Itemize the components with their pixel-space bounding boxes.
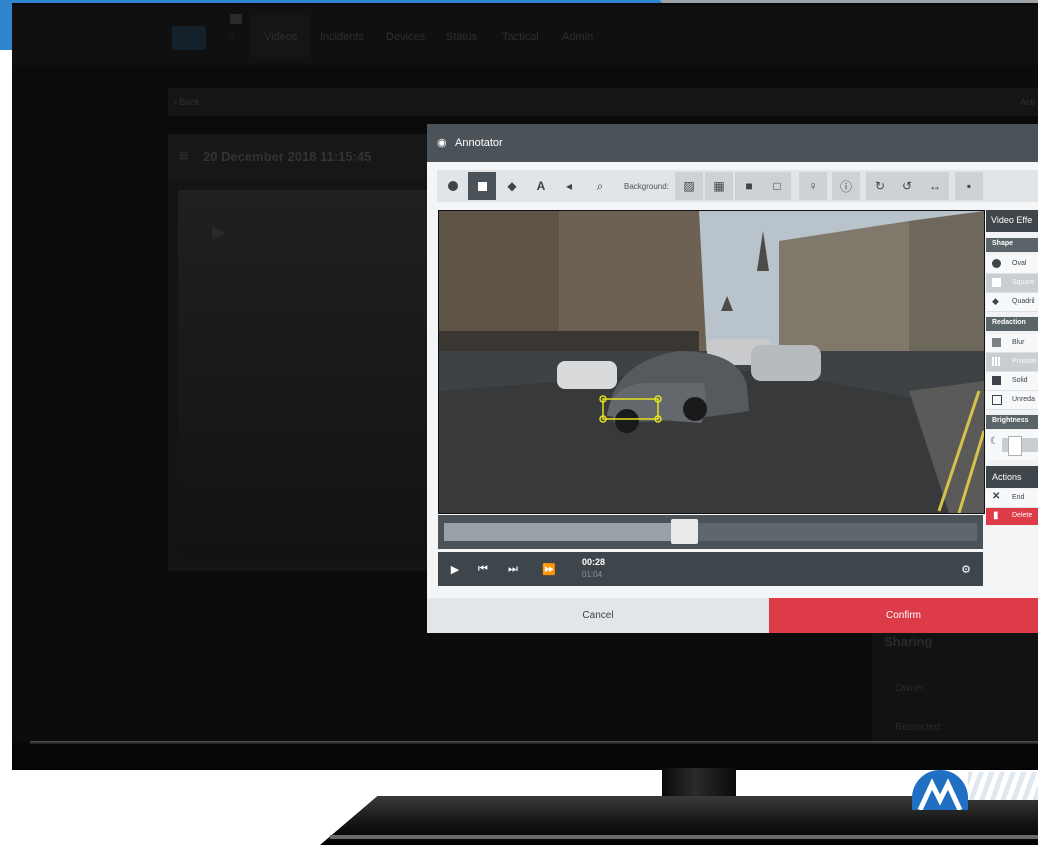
close-icon: ✕ bbox=[992, 491, 1001, 502]
shape-oval-label: Oval bbox=[1012, 260, 1027, 267]
pixelate-icon bbox=[992, 357, 1001, 366]
nav-item-incidents[interactable]: Incidents bbox=[320, 31, 364, 43]
total-time: 01:04 bbox=[582, 570, 603, 579]
eye-slash-icon: ◉ bbox=[437, 137, 447, 149]
end-label: End bbox=[1012, 494, 1025, 501]
redaction-section-head: Redaction bbox=[986, 317, 1038, 331]
redaction-pixelate-label: Pixelate bbox=[1012, 358, 1037, 365]
monitor-bezel-line bbox=[30, 741, 1038, 744]
delete-action[interactable]: ▮ Delete bbox=[986, 508, 1038, 525]
nav-item-videos[interactable]: Videos bbox=[264, 31, 297, 43]
background-video-thumb bbox=[178, 190, 428, 558]
delete-label: Delete bbox=[1012, 512, 1033, 519]
fast-forward-icon[interactable]: ⏩ bbox=[534, 553, 564, 585]
nav-item-devices[interactable]: Devices bbox=[386, 31, 425, 43]
annotator-header bbox=[427, 124, 1038, 162]
actions-link-cut[interactable]: Acti bbox=[1020, 97, 1035, 107]
oval-icon bbox=[992, 259, 1001, 268]
nav-item-status[interactable]: Status bbox=[446, 31, 477, 43]
timeline-remaining bbox=[684, 523, 977, 541]
notification-badge bbox=[230, 14, 242, 24]
sharing-title: Sharing bbox=[884, 634, 933, 649]
pixelate-bg-icon[interactable]: ▦ bbox=[705, 172, 733, 200]
redaction-unredact-label: Unreda bbox=[1012, 396, 1035, 403]
comment-icon[interactable]: ▪ bbox=[955, 172, 983, 200]
swap-icon[interactable]: ↔ bbox=[921, 172, 949, 200]
blur-icon bbox=[992, 338, 1001, 347]
redaction-blur-label: Blur bbox=[1012, 339, 1025, 346]
solid-bg-icon[interactable]: ■ bbox=[735, 172, 763, 200]
step-forward-icon[interactable]: ⏭ bbox=[498, 553, 528, 585]
stand-highlight bbox=[330, 835, 1038, 839]
brightness-section-head: Brightness bbox=[986, 415, 1038, 429]
redaction-option-solid[interactable]: Solid bbox=[986, 372, 1038, 391]
diamond-tool-icon[interactable]: ◆ bbox=[498, 172, 526, 200]
shape-option-oval[interactable]: Oval bbox=[986, 255, 1038, 274]
annotation-video-frame[interactable] bbox=[438, 210, 985, 514]
end-action[interactable]: ✕ End bbox=[986, 489, 1038, 508]
settings-gear-icon[interactable]: ⚙ bbox=[951, 553, 981, 585]
shape-section-head: Shape bbox=[986, 238, 1038, 252]
background-label: Background: bbox=[624, 182, 669, 191]
unredact-icon bbox=[992, 395, 1002, 405]
text-tool-icon[interactable]: A bbox=[527, 172, 555, 200]
redaction-box[interactable] bbox=[602, 398, 657, 418]
left-accent-strip bbox=[0, 0, 12, 50]
back-link[interactable]: ‹ Back bbox=[174, 97, 200, 107]
square-icon bbox=[992, 278, 1001, 287]
motorola-m-icon bbox=[917, 778, 963, 810]
redaction-solid-label: Solid bbox=[1012, 377, 1028, 384]
restricted-label: Restricted: bbox=[895, 722, 943, 733]
nav-item-admin[interactable]: Admin bbox=[562, 31, 593, 43]
shape-option-quadrilateral[interactable]: ◆ Quadril bbox=[986, 293, 1038, 312]
info-icon[interactable]: ⓘ bbox=[832, 172, 860, 200]
bulb-icon[interactable]: ♀ bbox=[799, 172, 827, 200]
step-back-icon[interactable]: ⏮ bbox=[468, 553, 498, 585]
empty-bg-icon[interactable]: □ bbox=[763, 172, 791, 200]
play-icon[interactable]: ▶ bbox=[440, 553, 470, 585]
image-bg-icon[interactable]: ▨ bbox=[675, 172, 703, 200]
background-play-icon[interactable]: ▶ bbox=[212, 222, 226, 243]
app-logo bbox=[172, 26, 206, 50]
trash-icon: ▮ bbox=[993, 510, 999, 521]
annotator-title: Annotator bbox=[455, 137, 503, 149]
confirm-label: Confirm bbox=[885, 610, 921, 621]
brand-stripes bbox=[968, 772, 1038, 800]
video-date-title: 20 December 2018 11:15:45 bbox=[203, 149, 372, 164]
audio-tool-icon[interactable]: ◂ bbox=[555, 172, 583, 200]
shape-square-label: Square bbox=[1012, 279, 1035, 286]
solid-icon bbox=[992, 376, 1001, 385]
brightness-handle[interactable] bbox=[1008, 436, 1022, 456]
nav-item-tactical[interactable]: Tactical bbox=[502, 31, 539, 43]
motorola-logo bbox=[912, 770, 968, 810]
actions-title: Actions bbox=[992, 472, 1022, 482]
video-effects-title: Video Effe bbox=[991, 215, 1033, 225]
zoom-tool-icon[interactable]: ⌕ bbox=[586, 172, 614, 200]
back-bar bbox=[168, 88, 1038, 116]
owner-label: Owner: bbox=[895, 683, 928, 694]
timeline-handle[interactable] bbox=[671, 519, 698, 544]
street-scene-image bbox=[439, 211, 984, 513]
timeline-progress bbox=[444, 523, 684, 541]
moon-icon: ☾ bbox=[990, 436, 999, 447]
undo-icon[interactable]: ↺ bbox=[893, 172, 921, 200]
film-icon: ▤ bbox=[179, 151, 189, 162]
redo-icon[interactable]: ↻ bbox=[866, 172, 894, 200]
redaction-option-unredact[interactable]: Unreda bbox=[986, 391, 1038, 410]
home-icon[interactable]: ⌂ bbox=[228, 30, 235, 42]
redaction-option-pixelate[interactable]: Pixelate bbox=[986, 353, 1038, 372]
shape-quadril-label: Quadril bbox=[1012, 298, 1035, 305]
circle-tool-icon[interactable] bbox=[439, 172, 467, 200]
square-tool-icon[interactable] bbox=[468, 172, 496, 200]
shape-option-square[interactable]: Square bbox=[986, 274, 1038, 293]
diamond-icon: ◆ bbox=[992, 296, 999, 306]
cancel-label: Cancel bbox=[582, 610, 614, 621]
current-time: 00:28 bbox=[582, 557, 606, 567]
redaction-option-blur[interactable]: Blur bbox=[986, 334, 1038, 353]
